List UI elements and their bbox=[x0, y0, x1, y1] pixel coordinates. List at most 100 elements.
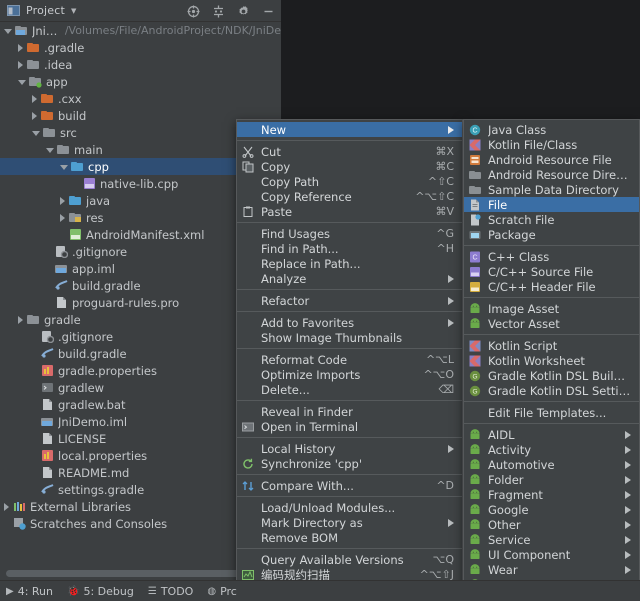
expand-arrow-icon[interactable] bbox=[60, 213, 65, 222]
context-menu-item-synchronize-cpp[interactable]: Synchronize 'cpp' bbox=[237, 456, 462, 471]
new-submenu-item-activity[interactable]: Activity bbox=[464, 442, 639, 457]
context-menu-item-cut[interactable]: Cut ⌘X bbox=[237, 144, 462, 159]
context-menu-item-load-unload-modules[interactable]: Load/Unload Modules... bbox=[237, 500, 462, 515]
refresh-icon bbox=[242, 458, 254, 470]
tree-row[interactable]: .idea bbox=[0, 56, 281, 73]
menu-item-label: Android Resource Directory bbox=[488, 167, 631, 182]
tree-row[interactable]: .gradle bbox=[0, 39, 281, 56]
expand-arrow-icon[interactable] bbox=[18, 315, 23, 324]
expand-arrow-icon[interactable] bbox=[32, 111, 37, 120]
paste-icon bbox=[242, 206, 254, 218]
expand-arrow-icon[interactable] bbox=[18, 43, 23, 52]
gradle-kts-icon: G bbox=[469, 370, 481, 382]
android-icon bbox=[469, 429, 481, 441]
android-icon bbox=[469, 504, 481, 516]
menu-item-label: Android Resource File bbox=[488, 152, 612, 167]
collapse-arrow-icon[interactable] bbox=[60, 165, 68, 170]
new-submenu[interactable]: C Java Class Kotlin File/Class Android Reso… bbox=[463, 119, 640, 601]
gear-icon[interactable] bbox=[237, 5, 250, 18]
new-submenu-item-sample-data-directory[interactable]: Sample Data Directory bbox=[464, 182, 639, 197]
expand-arrow-icon[interactable] bbox=[32, 94, 37, 103]
context-menu-item-refactor[interactable]: Refactor bbox=[237, 293, 462, 308]
context-menu-item-optimize-imports[interactable]: Optimize Imports ^⌥O bbox=[237, 367, 462, 382]
collapse-arrow-icon[interactable] bbox=[32, 131, 40, 136]
new-submenu-item-file[interactable]: File bbox=[464, 197, 639, 212]
context-menu-item-query-available-versions[interactable]: Query Available Versions ⌥Q bbox=[237, 552, 462, 567]
new-submenu-item-c-c-source-file[interactable]: C/C++ Source File bbox=[464, 264, 639, 279]
collapse-arrow-icon[interactable] bbox=[46, 148, 54, 153]
status-item-debug[interactable]: 🐞 5: Debug bbox=[67, 585, 134, 598]
new-submenu-item-c-c-header-file[interactable]: C/C++ Header File bbox=[464, 279, 639, 294]
expand-arrow-icon[interactable] bbox=[18, 60, 23, 69]
context-menu-item-replace-in-path[interactable]: Replace in Path... bbox=[237, 256, 462, 271]
android-icon bbox=[469, 318, 481, 330]
menu-item-shortcut: ^H bbox=[436, 242, 455, 255]
new-submenu-item-aidl[interactable]: AIDL bbox=[464, 427, 639, 442]
submenu-arrow-icon bbox=[448, 518, 454, 527]
new-submenu-item-folder[interactable]: Folder bbox=[464, 472, 639, 487]
menu-item-label: Vector Asset bbox=[488, 316, 560, 331]
new-submenu-item-kotlin-script[interactable]: Kotlin Script bbox=[464, 338, 639, 353]
context-menu-item-copy-reference[interactable]: Copy Reference ^⌥⇧C bbox=[237, 189, 462, 204]
new-submenu-item-gradle-kotlin-dsl-settings[interactable]: G Gradle Kotlin DSL Settings bbox=[464, 383, 639, 398]
menu-item-label: Automotive bbox=[488, 457, 555, 472]
context-menu-item-analyze[interactable]: Analyze bbox=[237, 271, 462, 286]
minimize-icon[interactable] bbox=[262, 5, 275, 18]
context-menu-item-delete[interactable]: Delete... ⌫ bbox=[237, 382, 462, 397]
context-menu-item-copy-path[interactable]: Copy Path ^⇧C bbox=[237, 174, 462, 189]
new-submenu-item-java-class[interactable]: C Java Class bbox=[464, 122, 639, 137]
new-submenu-item-kotlin-worksheet[interactable]: Kotlin Worksheet bbox=[464, 353, 639, 368]
new-submenu-item-android-resource-file[interactable]: Android Resource File bbox=[464, 152, 639, 167]
context-menu-item-find-usages[interactable]: Find Usages ^G bbox=[237, 226, 462, 241]
collapse-all-icon[interactable] bbox=[212, 5, 225, 18]
chevron-down-icon[interactable]: ▼ bbox=[71, 7, 76, 15]
tree-row[interactable]: app bbox=[0, 73, 281, 90]
new-submenu-item-scratch-file[interactable]: Scratch File bbox=[464, 212, 639, 227]
context-menu-item-reformat-code[interactable]: Reformat Code ^⌥L bbox=[237, 352, 462, 367]
context-menu-item-mark-directory-as[interactable]: Mark Directory as bbox=[237, 515, 462, 530]
doc-file-icon bbox=[55, 296, 68, 309]
android-icon bbox=[469, 474, 481, 486]
expand-arrow-icon[interactable] bbox=[60, 196, 65, 205]
context-menu-item-add-to-favorites[interactable]: Add to Favorites bbox=[237, 315, 462, 330]
context-menu-item-paste[interactable]: Paste ⌘V bbox=[237, 204, 462, 219]
new-submenu-item-gradle-kotlin-dsl-build-script[interactable]: G Gradle Kotlin DSL Build Script bbox=[464, 368, 639, 383]
context-menu-item-local-history[interactable]: Local History bbox=[237, 441, 462, 456]
tree-row-label: JniDemo.iml bbox=[58, 414, 128, 429]
new-submenu-item-google[interactable]: Google bbox=[464, 502, 639, 517]
context-menu-item-compare-with[interactable]: Compare With... ^D bbox=[237, 478, 462, 493]
new-submenu-item-service[interactable]: Service bbox=[464, 532, 639, 547]
tree-row[interactable]: .cxx bbox=[0, 90, 281, 107]
context-menu-item-find-in-path[interactable]: Find in Path... ^H bbox=[237, 241, 462, 256]
tree-row-root[interactable]: JniDemo /Volumes/File/AndroidProject/NDK… bbox=[0, 22, 281, 39]
new-submenu-item-ui-component[interactable]: UI Component bbox=[464, 547, 639, 562]
status-item-run[interactable]: ▶ 4: Run bbox=[6, 585, 53, 598]
horizontal-scrollbar[interactable] bbox=[6, 570, 267, 577]
context-menu-item-copy[interactable]: Copy ⌘C bbox=[237, 159, 462, 174]
new-submenu-item-fragment[interactable]: Fragment bbox=[464, 487, 639, 502]
new-submenu-item-android-resource-directory[interactable]: Android Resource Directory bbox=[464, 167, 639, 182]
new-submenu-item-package[interactable]: Package bbox=[464, 227, 639, 242]
new-submenu-item-automotive[interactable]: Automotive bbox=[464, 457, 639, 472]
context-menu-item-show-image-thumbnails[interactable]: Show Image Thumbnails bbox=[237, 330, 462, 345]
status-item-todo[interactable]: ☰ TODO bbox=[148, 585, 193, 598]
new-submenu-item-edit-file-templates[interactable]: Edit File Templates... bbox=[464, 405, 639, 420]
new-submenu-item-kotlin-file-class[interactable]: Kotlin File/Class bbox=[464, 137, 639, 152]
new-submenu-item-other[interactable]: Other bbox=[464, 517, 639, 532]
context-menu-item-open-in-terminal[interactable]: Open in Terminal bbox=[237, 419, 462, 434]
collapse-arrow-icon[interactable] bbox=[18, 80, 26, 85]
context-menu-item-remove-bom[interactable]: Remove BOM bbox=[237, 530, 462, 545]
context-menu[interactable]: New Cut ⌘X Copy ⌘C Copy Path ^⇧C Copy Reference… bbox=[236, 119, 463, 601]
new-submenu-item-vector-asset[interactable]: Vector Asset bbox=[464, 316, 639, 331]
locate-icon[interactable] bbox=[187, 5, 200, 18]
new-submenu-item-image-asset[interactable]: Image Asset bbox=[464, 301, 639, 316]
context-menu-item-reveal-in-finder[interactable]: Reveal in Finder bbox=[237, 404, 462, 419]
new-submenu-item-wear[interactable]: Wear bbox=[464, 562, 639, 577]
context-menu-item-new[interactable]: New bbox=[237, 122, 462, 137]
tree-row-label: main bbox=[74, 142, 103, 157]
expand-arrow-icon[interactable] bbox=[4, 502, 9, 511]
expand-arrow-icon[interactable] bbox=[4, 29, 12, 34]
new-submenu-item-c-class[interactable]: C C++ Class bbox=[464, 249, 639, 264]
tree-row-label: .gitignore bbox=[72, 244, 128, 259]
status-item-profiler[interactable]: ◍ Prc bbox=[207, 585, 237, 598]
